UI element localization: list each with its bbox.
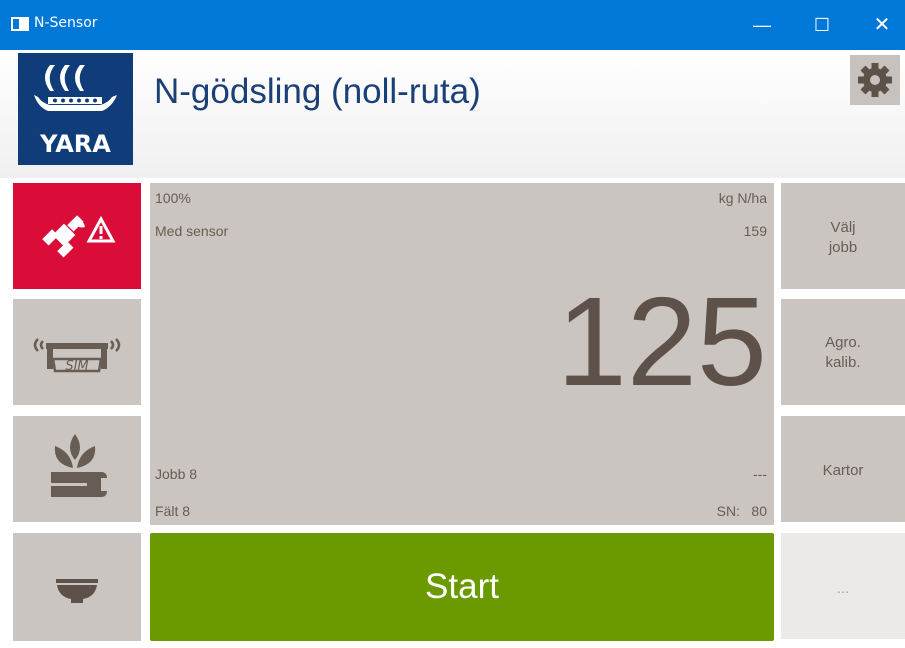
field-label: Fält 8 (155, 503, 191, 519)
rate-unit: kg N/ha (718, 190, 767, 206)
window-titlebar: N-Sensor — ☐ ✕ (0, 0, 905, 50)
agro-calibration-label: Agro. kalib. (825, 334, 861, 371)
settings-button[interactable] (850, 55, 900, 105)
more-label: ... (836, 580, 850, 597)
page-title: N-gödsling (noll-ruta) (154, 72, 481, 111)
job-label: Jobb 8 (155, 466, 198, 482)
job-value: --- (753, 466, 767, 482)
sn-label: SN: (716, 503, 740, 519)
bowl-icon (56, 579, 98, 603)
gear-icon (858, 63, 892, 97)
select-job-label: Välj jobb (828, 219, 858, 256)
logo-text: YARA (40, 130, 111, 158)
yara-logo: YARA (18, 53, 133, 165)
sn-value: 80 (751, 503, 767, 519)
maximize-button[interactable]: ☐ (797, 0, 847, 50)
app-header (0, 50, 905, 178)
spreader-button[interactable] (13, 533, 141, 641)
select-job-button[interactable]: Välj jobb (781, 183, 905, 289)
close-button[interactable]: ✕ (857, 0, 905, 50)
sensor-sim-icon: SIM (33, 338, 121, 374)
gps-warning-button[interactable] (13, 183, 141, 289)
plant-wrench-icon (51, 434, 107, 497)
minimize-button[interactable]: — (737, 0, 787, 50)
application-rate-panel: 100% kg N/ha Med sensor 159 125 Jobb 8 -… (150, 183, 774, 525)
sensor-value: 159 (743, 223, 767, 239)
viking-ship-icon (34, 65, 117, 111)
app-window-icon (11, 17, 29, 31)
current-rate-value: 125 (556, 271, 767, 412)
maps-button[interactable]: Kartor (781, 416, 905, 522)
more-button[interactable]: ... (781, 533, 905, 639)
mode-label: Med sensor (155, 223, 229, 239)
agro-calibration-button[interactable]: Agro. kalib. (781, 299, 905, 405)
satellite-warning-icon (42, 215, 116, 258)
svg-text:SIM: SIM (65, 359, 88, 374)
start-button[interactable]: Start (150, 533, 774, 641)
crop-settings-button[interactable] (13, 416, 141, 522)
rate-percent: 100% (155, 190, 191, 206)
sensor-simulation-button[interactable]: SIM (13, 299, 141, 405)
window-title: N-Sensor (34, 15, 98, 31)
maps-label: Kartor (822, 462, 864, 479)
